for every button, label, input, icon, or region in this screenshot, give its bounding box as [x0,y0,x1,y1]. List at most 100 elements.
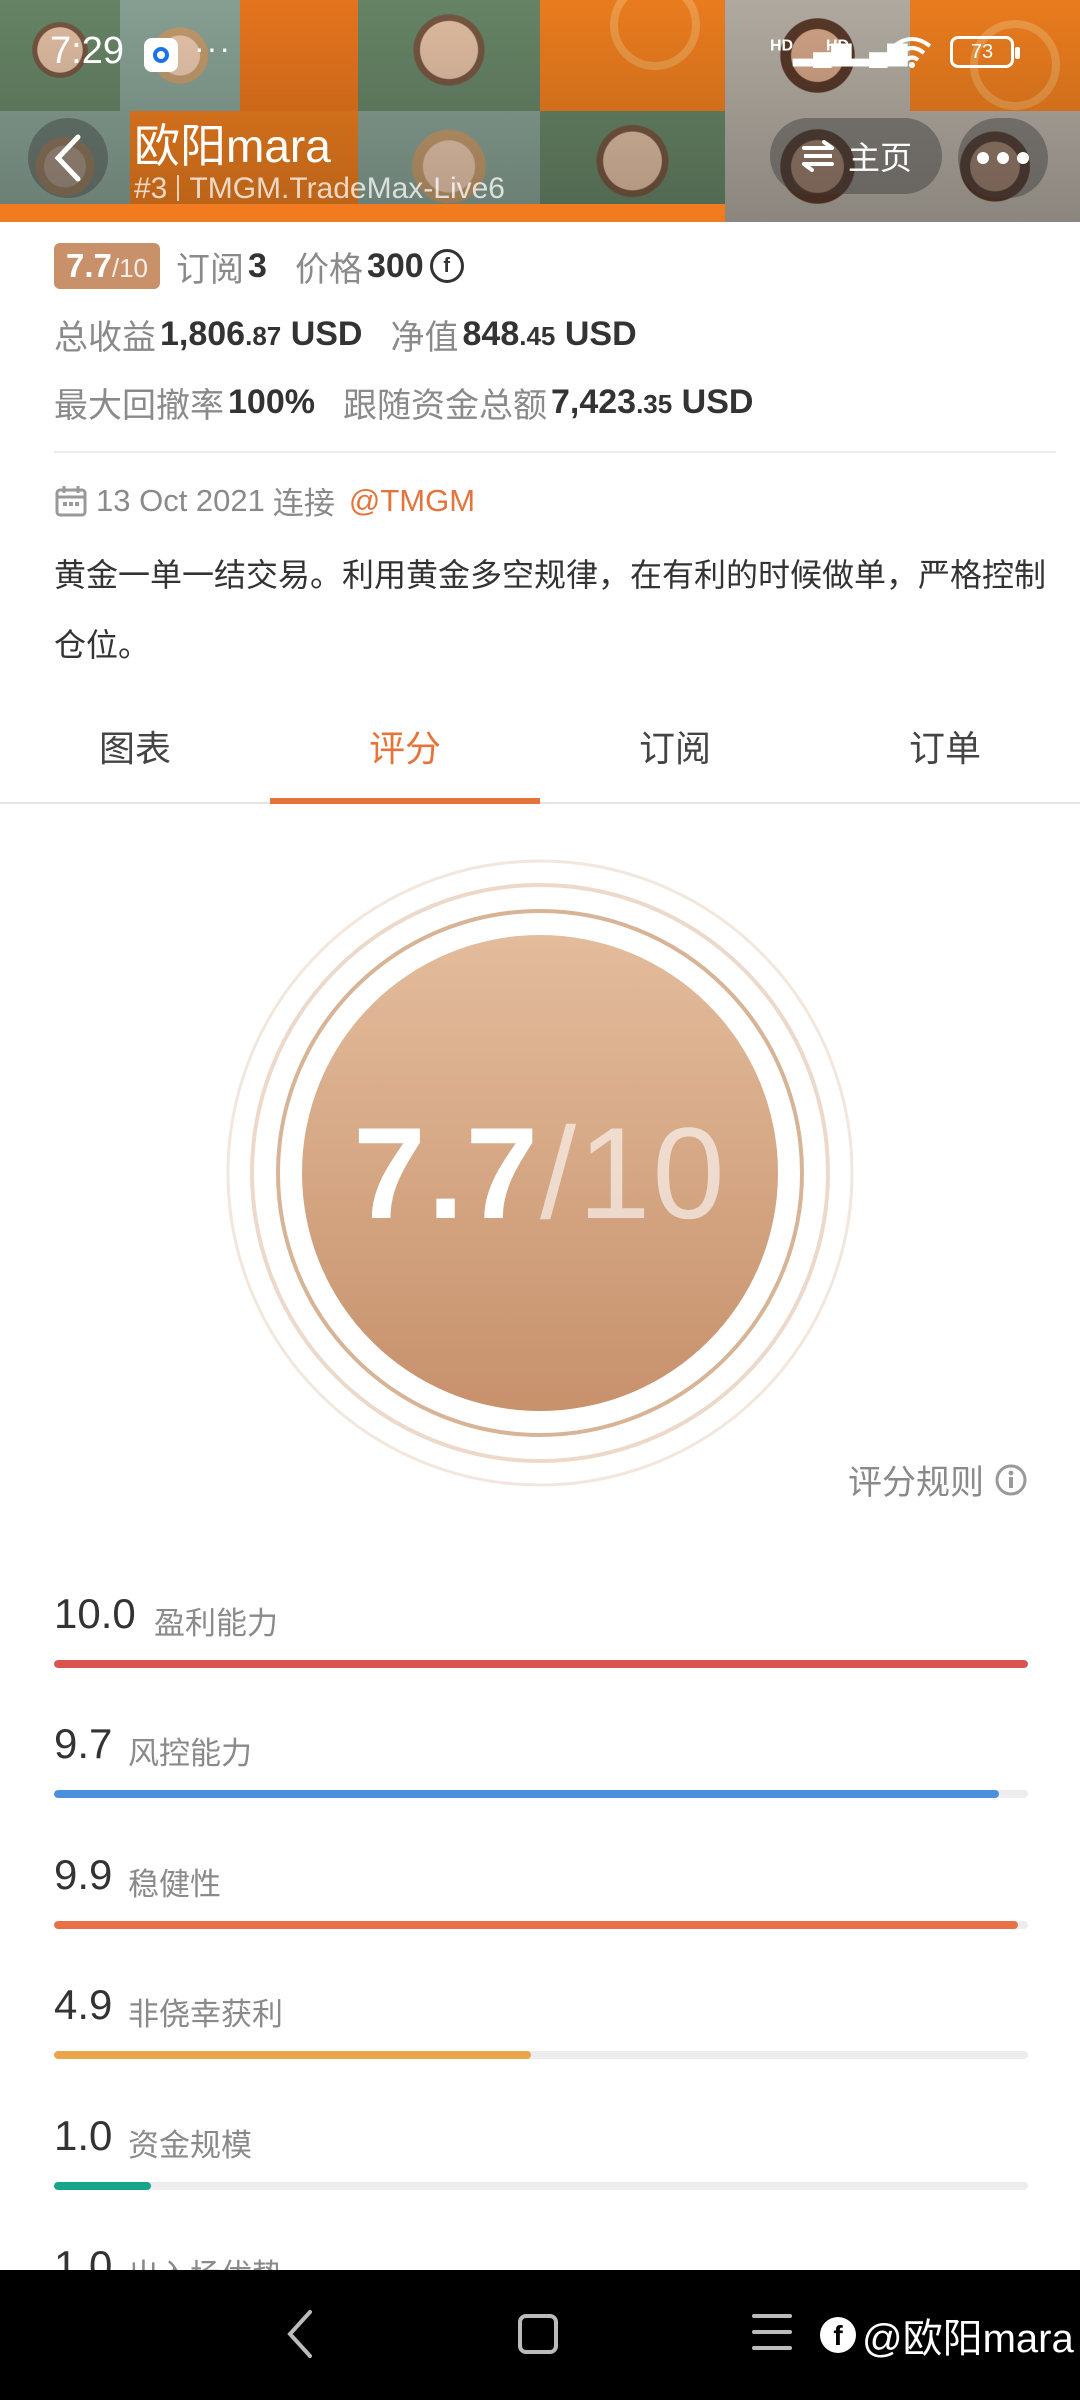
score-badge-value: 7.7 [66,247,112,284]
stats-row-profit: 总收益 1,806.87 USD 净值 848.45 USD [54,300,1050,368]
nav-back-icon[interactable] [282,2308,318,2360]
facebook-icon: f [820,2317,856,2353]
net-int: 848 [462,314,520,353]
signal-hd-label: HD [770,37,794,55]
status-time: 7:29 [50,30,124,72]
total-profit-int: 1,806 [160,314,246,353]
follow-unit: USD [681,382,754,421]
drawdown-value: 100% [228,382,315,421]
metric-value: 9.9 [54,1851,113,1898]
home-label: 主页 [847,140,912,176]
profile-subtitle: #3 TMGM.TradeMax-Live6 [134,172,505,206]
score-value: 7.7/10 [222,855,858,1491]
price-label: 价格 [294,250,363,289]
app-notification-icon [144,38,178,72]
metric-label: 资金规模 [128,2128,252,2163]
more-notifications-indicator: ··· [194,30,232,66]
follow-dec: .35 [636,388,673,419]
connect-date: 13 Oct 2021 [96,482,265,518]
metric-track [54,1921,1028,1929]
metric-bar [54,2182,152,2190]
metric-track [54,1790,1028,1798]
tab-subscribe[interactable]: 订阅 [540,700,810,802]
broker-link[interactable]: @TMGM [349,483,475,519]
tab-orders[interactable]: 订单 [810,700,1080,802]
metric-value: 4.9 [54,1981,113,2028]
net-dec: .45 [519,320,556,351]
strategy-description: 黄金一单一结交易。利用黄金多空规律，在有利的时候做单，严格控制仓位。 [54,557,1047,663]
more-options-button[interactable] [958,118,1048,198]
wifi-icon [892,36,932,75]
divider [177,175,180,201]
nav-home-icon[interactable] [518,2314,558,2354]
watermark: f @欧阳mara [820,2306,1074,2364]
subscribe-label: 订阅 [176,250,245,289]
net-value: 848.45 USD [463,315,637,354]
tab-chart[interactable]: 图表 [0,700,270,802]
metric-label: 非侥幸获利 [128,1997,283,2032]
watermark-text: @欧阳mara [862,2317,1074,2361]
stats-panel: 7.7/10 订阅 3 价格 300 f 总收益 1,806.87 USD 净值… [54,232,1050,436]
profile-name: 欧阳mara [134,120,331,172]
follow-value: 7,423.35 USD [551,383,754,422]
drawdown-label: 最大回撤率 [54,386,224,425]
rating-rules-link[interactable]: 评分规则 [848,1455,1028,1504]
info-icon [995,1464,1027,1495]
more-dot [997,152,1009,164]
metric-bar [54,1660,1028,1668]
connect-label: 连接 [272,486,335,521]
stats-row-score: 7.7/10 订阅 3 价格 300 f [54,232,1050,300]
tab-bar: 图表 评分 订阅 订单 [0,700,1080,804]
metric-label: 盈利能力 [154,1606,278,1641]
metric-item: 9.7 风控能力 [54,1720,1028,1800]
system-navigation-bar: f @欧阳mara [0,2270,1080,2400]
total-profit-value: 1,806.87 USD [160,315,363,354]
metric-item: 10.0 盈利能力 [54,1590,1028,1670]
more-dot [1017,152,1029,164]
banner-accent-strip [0,204,725,222]
swap-icon [801,140,834,172]
connection-meta: 13 Oct 2021 连接 @TMGM [54,478,475,523]
status-bar: 7:29 ··· HD▂▄▆ HD▂▄▆ 73 [0,0,1080,100]
metric-bar [54,1790,999,1798]
metric-track [54,2182,1028,2190]
account-label: TMGM.TradeMax-Live6 [189,172,505,205]
home-button[interactable]: 主页 [770,118,942,194]
subscribe-value: 3 [248,246,267,285]
metric-track [54,1660,1028,1668]
metric-bar [54,1921,1019,1929]
price-value: 300 [366,246,424,285]
net-label: 净值 [390,318,459,357]
metric-item: 9.9 稳健性 [54,1851,1028,1931]
total-profit-unit: USD [290,314,363,353]
stats-row-drawdown: 最大回撤率 100% 跟随资金总额 7,423.35 USD [54,368,1050,436]
metric-value: 9.7 [54,1720,113,1767]
more-dot [977,152,989,164]
score-denominator: /10 [540,1100,727,1246]
net-unit: USD [564,314,637,353]
rank-label: #3 [134,172,168,205]
score-circle: 7.7/10 [222,855,858,1491]
metric-label: 稳健性 [128,1867,221,1902]
follow-label: 跟随资金总额 [342,386,547,425]
metric-bar [54,2051,532,2059]
signal-hd-label: HD [826,37,850,55]
nav-recents-icon[interactable] [752,2314,792,2362]
metric-item: 4.9 非侥幸获利 [54,1981,1028,2061]
score-badge: 7.7/10 [54,243,161,289]
section-divider [54,451,1056,453]
coin-icon: f [429,249,464,283]
total-profit-dec: .87 [245,320,282,351]
metric-item: 1.0 资金规模 [54,2112,1028,2192]
total-profit-label: 总收益 [54,318,156,357]
score-badge-den: /10 [111,253,149,283]
back-button[interactable] [28,118,108,198]
metric-value: 1.0 [54,2112,113,2159]
rating-rules-label: 评分规则 [848,1464,984,1502]
follow-int: 7,423 [550,382,637,421]
battery-icon: 73 [950,36,1020,68]
metric-value: 10.0 [54,1590,136,1637]
score-number: 7.7 [353,1100,540,1246]
calendar-icon [55,485,87,516]
tab-rating[interactable]: 评分 [270,700,540,804]
